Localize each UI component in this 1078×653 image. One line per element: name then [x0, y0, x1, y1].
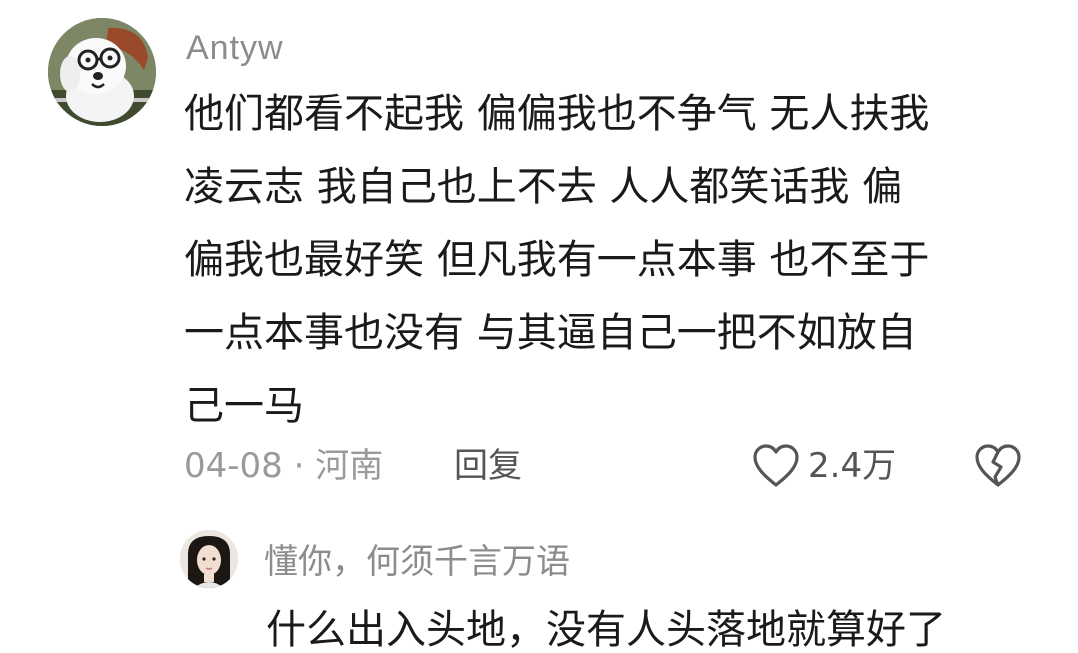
reply-button[interactable]: 回复: [454, 444, 522, 488]
plush-dog-avatar-image: [48, 18, 156, 126]
comment-text-line: 一点本事也没有 与其逼自己一把不如放自: [184, 310, 917, 356]
reply-text: 什么出入头地，没有人头落地就算好了: [266, 607, 946, 653]
like-button[interactable]: 2.4万: [752, 440, 896, 492]
like-count: 2.4万: [808, 446, 897, 486]
comment-text-line: 己一马: [184, 383, 304, 429]
username[interactable]: Antyw: [186, 26, 284, 70]
broken-heart-icon[interactable]: [972, 440, 1024, 492]
girl-avatar-image: [180, 530, 238, 588]
comment-thread: Antyw 他们都看不起我 偏偏我也不争气 无人扶我 凌云志 我自己也上不去 人…: [0, 0, 1078, 653]
heart-icon: [753, 444, 799, 487]
comment-date-location: 04-08 · 河南: [184, 446, 384, 486]
reply-username[interactable]: 懂你，何须千言万语: [264, 540, 570, 584]
comment-text: 他们都看不起我 偏偏我也不争气 无人扶我 凌云志 我自己也上不去 人人都笑话我 …: [184, 78, 1034, 443]
comment-text-line: 他们都看不起我 偏偏我也不争气 无人扶我: [184, 91, 930, 137]
avatar[interactable]: [180, 530, 238, 588]
comment-text-line: 偏我也最好笑 但凡我有一点本事 也不至于: [184, 237, 930, 283]
avatar[interactable]: [48, 18, 156, 126]
comment-text-line: 凌云志 我自己也上不去 人人都笑话我 偏: [184, 164, 903, 210]
